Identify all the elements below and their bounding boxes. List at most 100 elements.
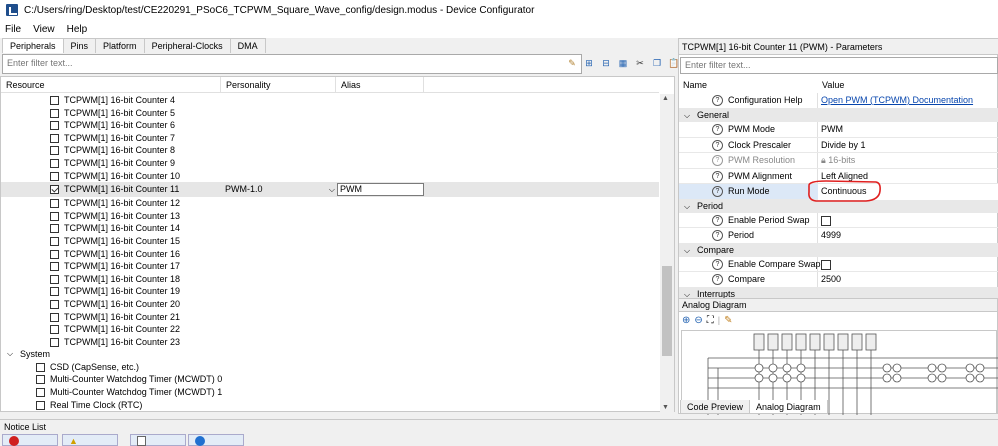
col-alias[interactable]: Alias bbox=[336, 77, 424, 93]
group-row-system[interactable]: ⌵ System bbox=[1, 348, 659, 361]
row-checkbox[interactable] bbox=[50, 262, 59, 272]
row-checkbox[interactable] bbox=[50, 274, 59, 284]
row-checkbox[interactable] bbox=[36, 388, 45, 398]
resource-row[interactable]: TCPWM[1] 16-bit Counter 10 bbox=[1, 170, 659, 183]
resource-row[interactable]: TCPWM[1] 16-bit Counter 14 bbox=[1, 222, 659, 235]
menu-help[interactable]: Help bbox=[67, 24, 88, 35]
resource-row[interactable]: TCPWM[1] 16-bit Counter 18 bbox=[1, 273, 659, 286]
param-value[interactable]: Left Aligned bbox=[818, 169, 998, 185]
tasks-button[interactable] bbox=[130, 434, 186, 446]
resource-row[interactable]: TCPWM[1] 16-bit Counter 9 bbox=[1, 157, 659, 170]
resource-row[interactable]: TCPWM[1] 16-bit Counter 16 bbox=[1, 248, 659, 261]
row-checkbox[interactable] bbox=[50, 199, 59, 209]
row-checkbox[interactable] bbox=[50, 224, 59, 234]
tab-peripheral-clocks[interactable]: Peripheral-Clocks bbox=[143, 38, 231, 53]
row-checkbox[interactable] bbox=[50, 146, 59, 156]
zoom-out-icon[interactable]: ⊖ bbox=[694, 315, 702, 326]
help-icon[interactable]: ? bbox=[712, 274, 723, 285]
tab-code-preview[interactable]: Code Preview bbox=[680, 400, 751, 414]
row-checkbox[interactable] bbox=[50, 133, 59, 143]
param-value[interactable]: Divide by 1 bbox=[818, 138, 998, 154]
row-checkbox[interactable] bbox=[50, 211, 59, 221]
resource-row[interactable]: TCPWM[1] 16-bit Counter 15 bbox=[1, 235, 659, 248]
col-personality[interactable]: Personality bbox=[221, 77, 336, 93]
menu-file[interactable]: File bbox=[5, 24, 21, 35]
zoom-in-icon[interactable]: ⊕ bbox=[682, 315, 690, 326]
warnings-button[interactable]: ▲ bbox=[62, 434, 118, 446]
row-checkbox[interactable] bbox=[50, 96, 59, 105]
chevron-down-icon[interactable]: ⌵ bbox=[684, 200, 690, 213]
help-icon[interactable]: ? bbox=[712, 124, 723, 135]
info-button[interactable] bbox=[188, 434, 244, 446]
alias-input[interactable]: PWM bbox=[337, 183, 424, 197]
errors-button[interactable] bbox=[2, 434, 58, 446]
help-icon[interactable]: ? bbox=[712, 258, 723, 270]
group-compare[interactable]: ⌵ Compare bbox=[679, 243, 998, 257]
chevron-down-icon[interactable]: ⌵ bbox=[684, 244, 690, 257]
row-checkbox-checked[interactable] bbox=[50, 185, 59, 195]
help-icon[interactable]: ? bbox=[712, 139, 723, 151]
copy-icon[interactable]: ❐ bbox=[650, 56, 664, 70]
chevron-down-icon[interactable]: ⌵ bbox=[684, 288, 690, 298]
personality-select[interactable]: PWM-1.0 ⌵ bbox=[225, 182, 335, 197]
resource-row[interactable]: TCPWM[1] 16-bit Counter 5 bbox=[1, 107, 659, 120]
resource-row[interactable]: Real Time Clock (RTC) bbox=[1, 399, 659, 412]
col-resource[interactable]: Resource bbox=[1, 77, 221, 93]
row-checkbox[interactable] bbox=[50, 287, 59, 297]
left-filter-input[interactable] bbox=[7, 58, 407, 68]
resource-row[interactable]: TCPWM[1] 16-bit Counter 23 bbox=[1, 336, 659, 349]
tab-dma[interactable]: DMA bbox=[229, 38, 266, 53]
help-icon[interactable]: ? bbox=[712, 230, 723, 241]
param-value[interactable]: Continuous bbox=[818, 184, 998, 200]
chevron-down-icon[interactable]: ⌵ bbox=[329, 182, 335, 197]
scroll-up-icon[interactable]: ▲ bbox=[662, 95, 669, 102]
resource-row[interactable]: CSD (CapSense, etc.) bbox=[1, 361, 659, 374]
tab-analog-diagram[interactable]: Analog Diagram bbox=[749, 400, 828, 414]
tab-platform[interactable]: Platform bbox=[95, 38, 145, 53]
fit-view-icon[interactable]: ⛶ bbox=[707, 315, 714, 326]
cut-icon[interactable]: ✂ bbox=[633, 56, 647, 70]
resource-row[interactable]: Multi-Counter Watchdog Timer (MCWDT) 0 bbox=[1, 373, 659, 386]
resource-row[interactable]: TCPWM[1] 16-bit Counter 7 bbox=[1, 132, 659, 145]
row-checkbox[interactable] bbox=[50, 337, 59, 347]
chevron-down-icon[interactable]: ⌵ bbox=[7, 348, 13, 361]
menu-view[interactable]: View bbox=[33, 24, 55, 35]
enable-compare-swap-checkbox[interactable] bbox=[821, 259, 831, 270]
group-period[interactable]: ⌵ Period bbox=[679, 199, 998, 213]
row-checkbox[interactable] bbox=[36, 375, 45, 385]
row-checkbox[interactable] bbox=[50, 158, 59, 168]
resource-row[interactable]: TCPWM[1] 16-bit Counter 8 bbox=[1, 144, 659, 157]
help-icon[interactable]: ? bbox=[712, 214, 723, 226]
row-checkbox[interactable] bbox=[36, 400, 45, 410]
right-filter-input[interactable] bbox=[685, 60, 985, 70]
row-checkbox[interactable] bbox=[50, 312, 59, 322]
chevron-down-icon[interactable]: ⌵ bbox=[684, 109, 690, 122]
resource-row[interactable]: TCPWM[1] 16-bit Counter 4 bbox=[1, 94, 659, 107]
resource-scrollbar[interactable]: ▲ ▼ bbox=[660, 94, 674, 412]
help-icon[interactable]: ? bbox=[712, 186, 723, 197]
param-value[interactable]: PWM bbox=[818, 122, 998, 138]
help-icon[interactable]: ? bbox=[712, 170, 723, 182]
enable-period-swap-checkbox[interactable] bbox=[821, 215, 831, 226]
compare-input[interactable]: 2500 bbox=[818, 272, 998, 288]
row-checkbox[interactable] bbox=[50, 325, 59, 335]
scroll-thumb[interactable] bbox=[662, 266, 672, 356]
row-checkbox[interactable] bbox=[50, 121, 59, 131]
tab-peripherals[interactable]: Peripherals bbox=[2, 38, 64, 53]
resource-row[interactable]: TCPWM[1] 16-bit Counter 12 bbox=[1, 197, 659, 210]
help-icon[interactable]: ? bbox=[712, 155, 723, 166]
documentation-link[interactable]: Open PWM (TCPWM) Documentation bbox=[818, 93, 998, 109]
resource-row-selected[interactable]: TCPWM[1] 16-bit Counter 11 PWM-1.0 ⌵ PWM bbox=[1, 182, 659, 198]
row-checkbox[interactable] bbox=[50, 171, 59, 181]
resource-row[interactable]: TCPWM[1] 16-bit Counter 13 bbox=[1, 210, 659, 223]
grid-icon[interactable]: ▦ bbox=[616, 56, 630, 70]
eraser-icon[interactable]: ✎ bbox=[565, 56, 579, 70]
resource-row[interactable]: TCPWM[1] 16-bit Counter 6 bbox=[1, 119, 659, 132]
resource-row[interactable]: TCPWM[1] 16-bit Counter 17 bbox=[1, 260, 659, 273]
collapse-all-icon[interactable]: ⊟ bbox=[599, 56, 613, 70]
group-interrupts[interactable]: ⌵ Interrupts bbox=[679, 287, 998, 298]
period-input[interactable]: 4999 bbox=[818, 228, 998, 244]
resource-row[interactable]: TCPWM[1] 16-bit Counter 21 bbox=[1, 311, 659, 324]
pencil-icon[interactable]: ✎ bbox=[724, 315, 732, 326]
resource-row[interactable]: TCPWM[1] 16-bit Counter 22 bbox=[1, 323, 659, 336]
